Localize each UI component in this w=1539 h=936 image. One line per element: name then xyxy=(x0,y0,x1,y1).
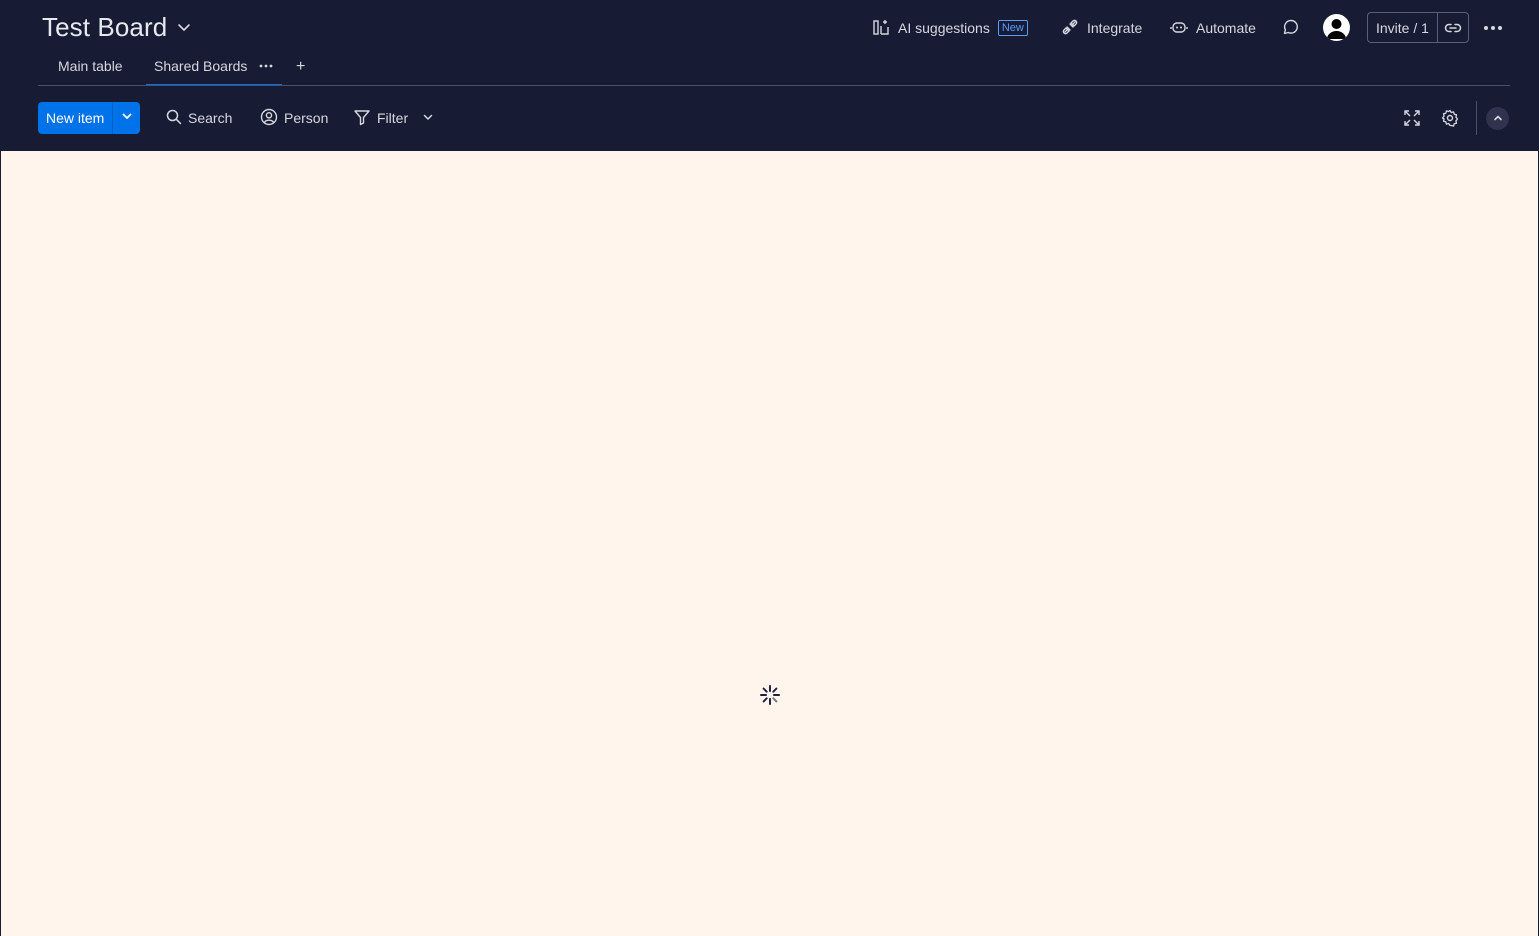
chevron-down-icon xyxy=(177,20,191,34)
chevron-up-icon xyxy=(1493,110,1503,128)
new-item-button[interactable]: New item xyxy=(38,102,114,134)
automate-button[interactable]: Automate xyxy=(1164,12,1262,44)
search-label: Search xyxy=(188,110,233,126)
view-tabs: Main table Shared Boards + xyxy=(38,52,305,86)
ai-suggestions-label: AI suggestions xyxy=(898,20,990,36)
chevron-down-icon xyxy=(121,109,133,127)
ai-suggestions-button[interactable]: AI suggestions New xyxy=(866,12,1034,44)
collapse-header-button[interactable] xyxy=(1486,107,1509,130)
link-icon[interactable] xyxy=(1438,13,1468,42)
fullscreen-icon[interactable] xyxy=(1400,106,1424,130)
invite-group: Invite / 1 xyxy=(1367,12,1469,43)
more-horizontal-icon[interactable] xyxy=(1481,17,1505,39)
new-item-dropdown[interactable] xyxy=(113,102,141,134)
invite-button[interactable]: Invite / 1 xyxy=(1368,13,1438,42)
search-icon xyxy=(166,109,188,128)
filter-button[interactable]: Filter xyxy=(353,102,408,134)
new-badge: New xyxy=(997,20,1028,36)
chevron-down-icon xyxy=(421,110,441,127)
spinner-icon xyxy=(760,685,780,705)
board-title-dropdown[interactable]: Test Board xyxy=(42,10,191,44)
board-header: Test Board AI suggestions New Integrate … xyxy=(0,0,1539,151)
board-title: Test Board xyxy=(42,11,168,42)
tab-shared-boards[interactable]: Shared Boards xyxy=(146,52,282,86)
board-content xyxy=(1,151,1538,936)
search-button[interactable]: Search xyxy=(166,102,232,134)
avatar[interactable] xyxy=(1323,14,1350,41)
person-label: Person xyxy=(284,110,329,126)
filter-icon xyxy=(353,108,377,129)
toolbar-divider xyxy=(1476,101,1477,135)
tabs-divider xyxy=(38,85,1510,86)
person-filter-button[interactable]: Person xyxy=(260,102,328,134)
integrate-icon xyxy=(1061,18,1087,39)
integrate-label: Integrate xyxy=(1087,20,1143,36)
integrate-button[interactable]: Integrate xyxy=(1055,12,1148,44)
more-horizontal-icon[interactable] xyxy=(259,64,273,68)
tab-main-table[interactable]: Main table xyxy=(38,52,146,86)
person-icon xyxy=(260,108,284,129)
ai-suggestions-icon xyxy=(872,18,898,39)
automate-icon xyxy=(1170,18,1196,39)
tab-label: Shared Boards xyxy=(154,58,248,74)
filter-dropdown[interactable] xyxy=(421,102,441,134)
settings-icon[interactable] xyxy=(1438,106,1462,130)
tab-label: Main table xyxy=(58,58,123,74)
add-view-button[interactable]: + xyxy=(296,52,305,86)
filter-label: Filter xyxy=(377,110,409,126)
new-item-split-button: New item xyxy=(38,102,141,134)
automate-label: Automate xyxy=(1196,20,1256,36)
updates-button[interactable] xyxy=(1278,12,1304,44)
chat-icon xyxy=(1282,18,1300,39)
